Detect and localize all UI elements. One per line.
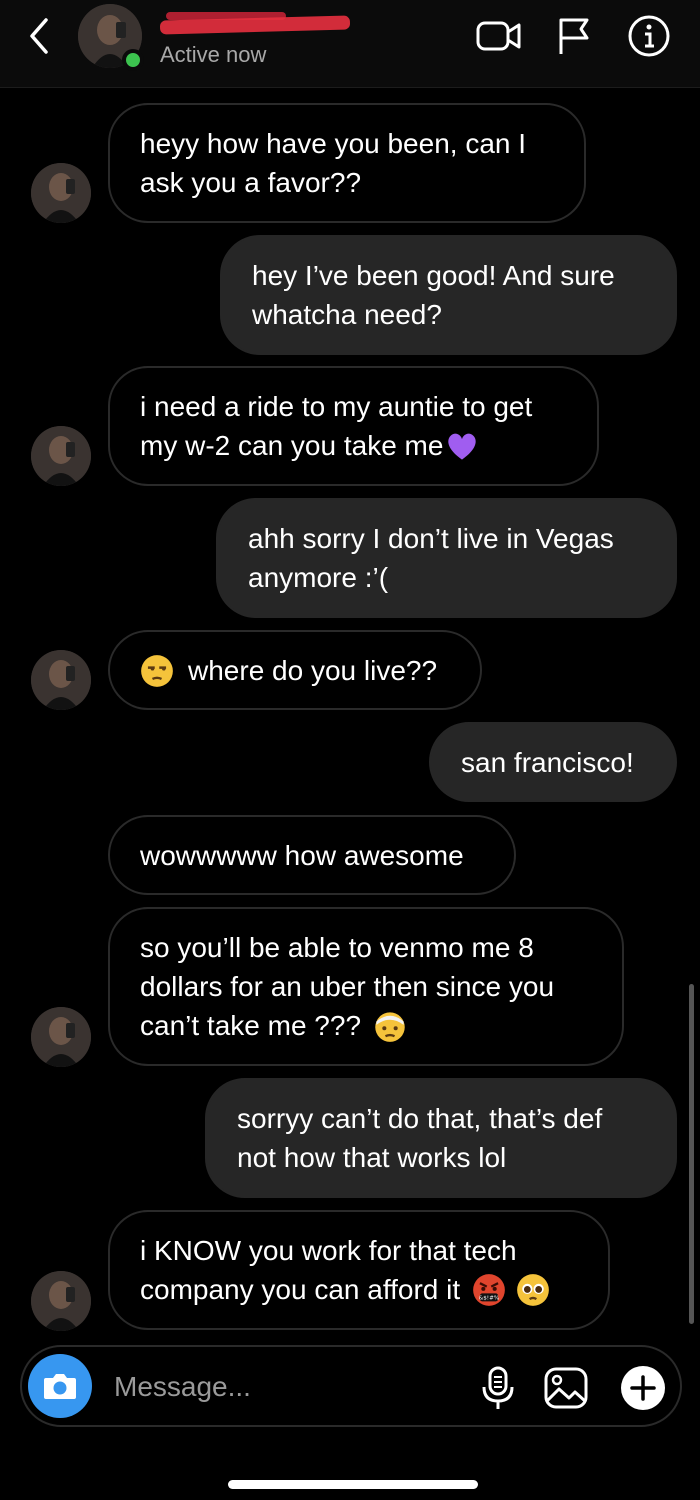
incoming-message[interactable]: wowwwww how awesome xyxy=(108,815,516,895)
plus-icon[interactable] xyxy=(620,1365,666,1411)
incoming-message[interactable]: where do you live?? xyxy=(108,630,482,710)
flag-icon[interactable] xyxy=(548,14,598,58)
pleading-face-icon xyxy=(517,1274,549,1306)
message-text: san francisco! xyxy=(461,746,634,778)
incoming-message[interactable]: heyy how have you been, can I ask you a … xyxy=(108,103,586,223)
unamused-face-icon xyxy=(141,654,173,687)
outgoing-message[interactable]: hey I’ve been good! And sure whatcha nee… xyxy=(220,235,677,355)
chat-header: Active now xyxy=(0,0,700,88)
home-indicator[interactable] xyxy=(228,1480,478,1489)
info-icon[interactable] xyxy=(624,14,674,58)
sender-avatar[interactable] xyxy=(31,163,91,223)
purple-heart-icon xyxy=(448,433,477,460)
sender-avatar[interactable] xyxy=(31,426,91,486)
sender-avatar[interactable] xyxy=(31,650,91,710)
outgoing-message[interactable]: san francisco! xyxy=(429,722,677,802)
gallery-icon[interactable] xyxy=(542,1365,590,1411)
scrollbar[interactable] xyxy=(689,984,694,1324)
incoming-message[interactable]: i KNOW you work for that tech company yo… xyxy=(108,1210,610,1330)
message-text: hey I’ve been good! And sure whatcha nee… xyxy=(252,260,615,330)
contact-name-redacted xyxy=(159,8,351,38)
incoming-message[interactable]: i need a ride to my auntie to get my w-2… xyxy=(108,366,599,486)
message-text: i KNOW you work for that tech company yo… xyxy=(140,1231,550,1309)
svg-text:&$!#%: &$!#% xyxy=(479,1296,500,1302)
incoming-message[interactable]: so you’ll be able to venmo me 8 dollars … xyxy=(108,907,624,1066)
message-text: i need a ride to my auntie to get my w-2… xyxy=(140,391,533,461)
sender-avatar[interactable] xyxy=(31,1007,91,1067)
message-text: heyy how have you been, can I ask you a … xyxy=(140,128,527,198)
outgoing-message[interactable]: ahh sorry I don’t live in Vegas anymore … xyxy=(216,498,677,618)
sender-avatar[interactable] xyxy=(31,1271,91,1331)
cursing-face-icon: &$!#% xyxy=(473,1274,505,1306)
microphone-icon[interactable] xyxy=(477,1365,519,1411)
outgoing-message[interactable]: sorryy can’t do that, that’s def not how… xyxy=(205,1078,677,1198)
active-status: Active now xyxy=(160,42,267,67)
video-call-icon[interactable] xyxy=(474,14,524,58)
back-icon[interactable] xyxy=(22,14,58,58)
message-input[interactable]: Message... xyxy=(114,1363,434,1411)
message-text: where do you live?? xyxy=(140,651,437,690)
message-text: so you’ll be able to venmo me 8 dollars … xyxy=(140,932,555,1042)
bandaged-head-face-icon xyxy=(375,1012,405,1042)
message-text: sorryy can’t do that, that’s def not how… xyxy=(237,1103,603,1173)
camera-button[interactable] xyxy=(28,1354,92,1418)
message-text: ahh sorry I don’t live in Vegas anymore … xyxy=(248,523,614,593)
camera-icon xyxy=(44,1374,76,1399)
online-status-dot xyxy=(122,49,144,71)
message-composer: Message... xyxy=(20,1345,682,1427)
message-text: wowwwww how awesome xyxy=(140,839,464,871)
